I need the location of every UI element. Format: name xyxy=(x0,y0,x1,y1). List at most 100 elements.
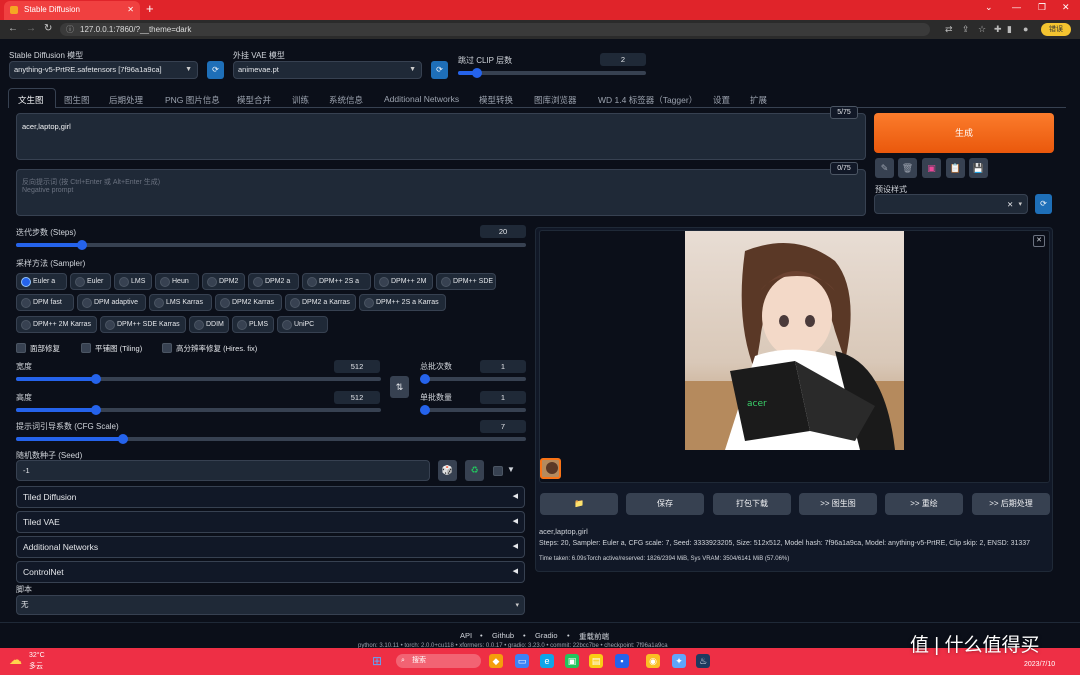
vae-dropdown[interactable]: animevae.pt ▼ xyxy=(233,61,422,79)
prompt-input[interactable]: acer,laptop,girl xyxy=(16,113,866,160)
tab-3[interactable]: PNG 图片信息 xyxy=(165,94,220,106)
batch-count-slider[interactable] xyxy=(420,374,526,384)
output-button[interactable]: 打包下载 xyxy=(713,493,791,515)
output-button[interactable]: >> 图生图 xyxy=(799,493,877,515)
sampler-option[interactable]: LMS Karras xyxy=(149,294,212,311)
explorer-icon[interactable]: ▤ xyxy=(589,654,603,668)
batch-count-value[interactable]: 1 xyxy=(480,360,526,373)
footer-link[interactable]: API xyxy=(460,631,472,640)
tab-7[interactable]: Additional Networks xyxy=(384,94,459,104)
sampler-option[interactable]: DPM2 a xyxy=(248,273,299,290)
batch-size-slider[interactable] xyxy=(420,405,526,415)
sampler-option[interactable]: Euler xyxy=(70,273,111,290)
steam-icon[interactable]: ♨ xyxy=(696,654,710,668)
steps-slider[interactable] xyxy=(16,240,526,250)
open-folder-icon[interactable]: 📁 xyxy=(540,493,618,515)
slider-knob[interactable] xyxy=(420,374,430,384)
negative-prompt-input[interactable]: 反向提示词 (按 Ctrl+Enter 或 Alt+Enter 生成) Nega… xyxy=(16,169,866,216)
tab-6[interactable]: 系统信息 xyxy=(329,94,363,106)
extensions-icon[interactable]: ✚ xyxy=(994,24,1004,34)
batch-size-value[interactable]: 1 xyxy=(480,391,526,404)
footer-link[interactable]: 重载前端 xyxy=(579,631,609,642)
sampler-option[interactable]: DPM++ SDE xyxy=(436,273,496,290)
tiling-checkbox[interactable]: 平铺图 (Tiling) xyxy=(81,343,142,354)
cfg-slider[interactable] xyxy=(16,434,526,444)
tab-9[interactable]: 图库浏览器 xyxy=(534,94,577,106)
sampler-option[interactable]: DPM++ SDE Karras xyxy=(100,316,186,333)
generated-image[interactable]: acer xyxy=(685,231,904,450)
back-icon[interactable]: ← xyxy=(8,23,18,34)
refresh-model-button[interactable]: ⟳ xyxy=(207,61,224,79)
accordion-tiled-vae[interactable]: Tiled VAE ◀ xyxy=(16,511,525,533)
sidebar-icon[interactable]: ▮ xyxy=(1007,24,1017,34)
tab-2[interactable]: 后期处理 xyxy=(109,94,143,106)
taskbar-search[interactable]: ⌕ 搜索 xyxy=(396,654,481,668)
tab-5[interactable]: 训练 xyxy=(292,94,309,106)
clip-skip-value[interactable]: 2 xyxy=(600,53,646,66)
width-value[interactable]: 512 xyxy=(334,360,380,373)
chrome-icon[interactable]: ◉ xyxy=(646,654,660,668)
sampler-option[interactable]: DPM2 Karras xyxy=(215,294,282,311)
recycle-icon[interactable]: ♻ xyxy=(465,460,484,481)
tab-11[interactable]: 设置 xyxy=(713,94,730,106)
generate-button[interactable]: 生成 xyxy=(874,113,1054,153)
output-button[interactable]: 保存 xyxy=(626,493,704,515)
accordion-additional-networks[interactable]: Additional Networks ◀ xyxy=(16,536,525,558)
sampler-option[interactable]: DDIM xyxy=(189,316,229,333)
clear-icon[interactable]: ✕ xyxy=(1007,197,1013,213)
height-value[interactable]: 512 xyxy=(334,391,380,404)
edge-icon[interactable]: e xyxy=(540,654,554,668)
image-icon[interactable]: ▣ xyxy=(922,158,941,178)
trash-icon[interactable]: 🗑 xyxy=(898,158,917,178)
steps-value[interactable]: 20 xyxy=(480,225,526,238)
style-dropdown[interactable]: ✕ ▾ xyxy=(874,194,1028,214)
new-tab-icon[interactable]: + xyxy=(146,1,154,16)
output-button[interactable]: >> 重绘 xyxy=(885,493,963,515)
pencil-icon[interactable]: ✎ xyxy=(875,158,894,178)
tab-10[interactable]: WD 1.4 标签器（Tagger） xyxy=(598,94,697,106)
restore-faces-checkbox[interactable]: 面部修复 xyxy=(16,343,60,354)
width-slider[interactable] xyxy=(16,374,381,384)
slider-knob[interactable] xyxy=(118,434,129,444)
gallery-thumbnail[interactable] xyxy=(540,458,561,479)
sampler-option[interactable]: DPM2 a Karras xyxy=(285,294,356,311)
accordion-tiled-diffusion[interactable]: Tiled Diffusion ◀ xyxy=(16,486,525,508)
sampler-option[interactable]: UniPC xyxy=(277,316,328,333)
profile-icon[interactable]: ● xyxy=(1023,24,1033,34)
footer-link[interactable]: Gradio xyxy=(535,631,558,640)
tab-0[interactable]: 文生图 xyxy=(18,94,44,106)
slider-knob[interactable] xyxy=(77,240,88,250)
refresh-styles-button[interactable]: ⟳ xyxy=(1035,194,1052,214)
sampler-option[interactable]: DPM++ 2M Karras xyxy=(16,316,97,333)
close-icon[interactable]: ✕ xyxy=(1033,235,1045,247)
slider-knob[interactable] xyxy=(471,68,482,78)
refresh-vae-button[interactable]: ⟳ xyxy=(431,61,448,79)
maximize-icon[interactable]: ❐ xyxy=(1038,2,1046,13)
sampler-option[interactable]: PLMS xyxy=(232,316,274,333)
windows-start-icon[interactable]: ⊞ xyxy=(370,654,384,668)
error-badge[interactable]: 错误 xyxy=(1041,23,1071,36)
cfg-value[interactable]: 7 xyxy=(480,420,526,433)
minimize-icon[interactable]: — xyxy=(1012,2,1021,12)
url-field[interactable]: ⓘ 127.0.0.1:7860/?__theme=dark xyxy=(60,23,930,36)
script-dropdown[interactable]: 无 ▾ xyxy=(16,595,525,615)
swap-dimensions-icon[interactable]: ⇅ xyxy=(390,376,409,398)
sampler-option[interactable]: DPM++ 2S a Karras xyxy=(359,294,446,311)
clipboard-icon[interactable]: 📋 xyxy=(946,158,965,178)
sampler-option[interactable]: DPM2 xyxy=(202,273,245,290)
slider-knob[interactable] xyxy=(91,374,102,384)
app2-icon[interactable]: ✦ xyxy=(672,654,686,668)
widget-icon[interactable]: ◆ xyxy=(489,654,503,668)
task-view-icon[interactable]: ▭ xyxy=(515,654,529,668)
expand-seed-icon[interactable]: ▼ xyxy=(507,465,515,474)
forward-icon[interactable]: → xyxy=(26,23,36,34)
output-button[interactable]: >> 后期处理 xyxy=(972,493,1050,515)
chevron-down-icon[interactable]: ⌄ xyxy=(985,2,993,13)
save-icon[interactable]: 💾 xyxy=(969,158,988,178)
model-dropdown[interactable]: anything-v5-PrtRE.safetensors [7f96a1a9c… xyxy=(9,61,198,79)
sampler-option[interactable]: DPM adaptive xyxy=(77,294,146,311)
store-icon[interactable]: ▣ xyxy=(565,654,579,668)
sampler-option[interactable]: LMS xyxy=(114,273,152,290)
height-slider[interactable] xyxy=(16,405,381,415)
weather-icon[interactable]: ☁ xyxy=(9,652,22,668)
